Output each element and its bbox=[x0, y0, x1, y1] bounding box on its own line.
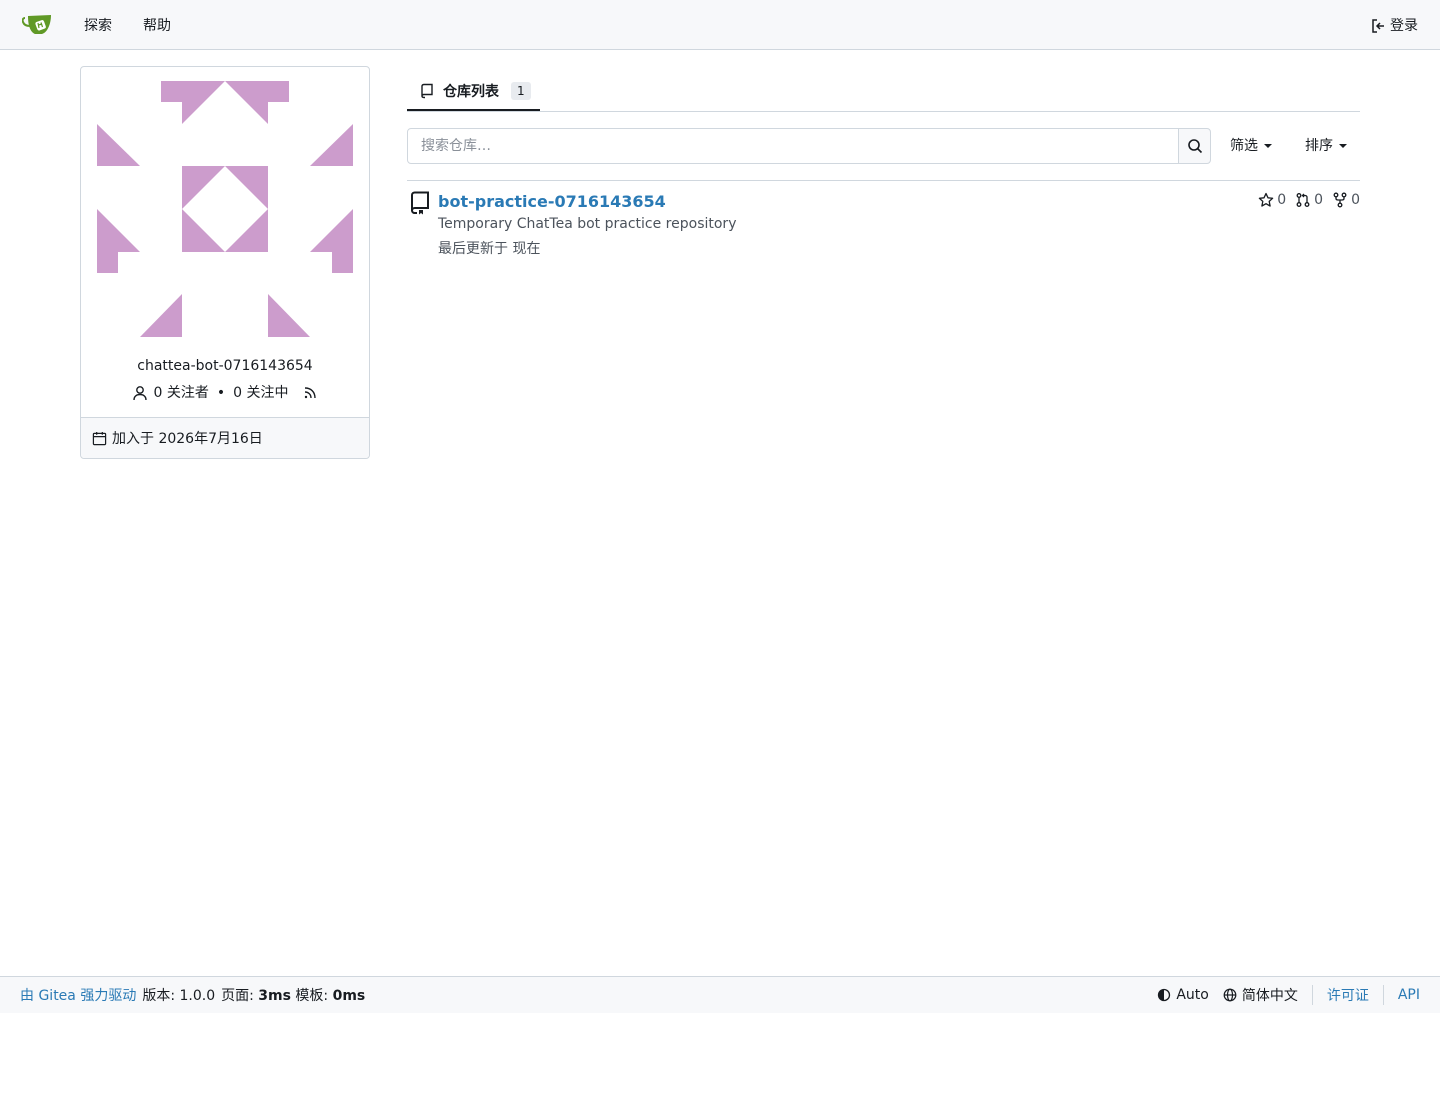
calendar-icon bbox=[92, 431, 107, 445]
gitea-logo-icon[interactable] bbox=[22, 13, 54, 37]
repo-large-icon bbox=[410, 191, 429, 215]
followers-link[interactable]: 0 关注者 bbox=[154, 384, 209, 402]
user-profile-card: chattea-bot-0716143654 0 关注者 • 0 关注中 加入于… bbox=[80, 66, 370, 459]
repo-description: Temporary ChatTea bot practice repositor… bbox=[438, 216, 737, 232]
follow-stats: 0 关注者 • 0 关注中 bbox=[81, 384, 369, 402]
filter-dropdown[interactable]: 筛选 bbox=[1230, 137, 1272, 155]
nav-explore-link[interactable]: 探索 bbox=[84, 16, 112, 36]
user-avatar bbox=[97, 81, 353, 337]
repo-updated-time: 最后更新于 现在 bbox=[438, 241, 541, 257]
rss-icon[interactable] bbox=[302, 385, 318, 401]
caret-down-icon bbox=[1339, 144, 1347, 148]
profile-tabs: 仓库列表 1 bbox=[407, 72, 1360, 112]
filter-label: 筛选 bbox=[1230, 138, 1258, 154]
star-icon bbox=[1258, 192, 1274, 207]
pulls-count: 0 bbox=[1314, 192, 1324, 208]
repo-icon bbox=[421, 83, 433, 98]
repo-search-input[interactable] bbox=[407, 128, 1179, 164]
pull-request-icon bbox=[1296, 193, 1310, 207]
profile-join-date: 加入于 2026年7月16日 bbox=[81, 417, 369, 458]
repo-stars[interactable]: 0 bbox=[1258, 192, 1286, 208]
theme-auto-icon bbox=[1158, 988, 1171, 1002]
license-link[interactable]: 许可证 bbox=[1327, 985, 1369, 1005]
search-button[interactable] bbox=[1178, 128, 1211, 164]
theme-switcher[interactable]: Auto bbox=[1157, 987, 1209, 1003]
page-time-text: 页面: 3ms 模板: 0ms bbox=[221, 988, 366, 1004]
sign-in-icon bbox=[1372, 19, 1384, 33]
tab-repositories[interactable]: 仓库列表 1 bbox=[407, 72, 540, 111]
search-icon bbox=[1187, 139, 1202, 154]
tab-repositories-label: 仓库列表 bbox=[443, 83, 499, 100]
caret-down-icon bbox=[1264, 144, 1272, 148]
following-link[interactable]: 0 关注中 bbox=[233, 384, 288, 402]
list-divider bbox=[407, 180, 1360, 181]
version-text: 版本: 1.0.0 bbox=[142, 988, 216, 1004]
nav-help-link[interactable]: 帮助 bbox=[143, 16, 171, 36]
powered-by-link[interactable]: 由 Gitea 强力驱动 bbox=[20, 985, 136, 1005]
top-navbar: 探索 帮助 登录 bbox=[0, 0, 1440, 50]
repo-forks[interactable]: 0 bbox=[1332, 192, 1360, 208]
globe-icon bbox=[1223, 988, 1237, 1002]
sort-dropdown[interactable]: 排序 bbox=[1305, 137, 1347, 155]
language-switcher[interactable]: 简体中文 bbox=[1223, 985, 1298, 1005]
footer-separator bbox=[1311, 985, 1313, 1005]
stars-count: 0 bbox=[1277, 192, 1287, 208]
footer-separator bbox=[1382, 985, 1384, 1005]
join-date-text: 加入于 2026年7月16日 bbox=[112, 431, 263, 447]
login-button[interactable]: 登录 bbox=[1370, 16, 1418, 36]
login-label: 登录 bbox=[1390, 18, 1418, 34]
repo-count-badge: 1 bbox=[511, 81, 531, 100]
language-label: 简体中文 bbox=[1241, 988, 1298, 1004]
repo-name-link[interactable]: bot-practice-0716143654 bbox=[438, 191, 666, 213]
fork-icon bbox=[1333, 192, 1347, 208]
api-link[interactable]: API bbox=[1398, 987, 1420, 1003]
theme-label: Auto bbox=[1176, 987, 1209, 1003]
separator-dot: • bbox=[216, 385, 226, 401]
repo-pulls[interactable]: 0 bbox=[1295, 192, 1323, 208]
page-footer: 由 Gitea 强力驱动 版本: 1.0.0 页面: 3ms 模板: 0ms A… bbox=[0, 976, 1440, 1013]
repo-stats: 0 0 0 bbox=[1258, 192, 1360, 208]
forks-count: 0 bbox=[1351, 192, 1360, 208]
sort-label: 排序 bbox=[1305, 138, 1333, 154]
profile-username: chattea-bot-0716143654 bbox=[137, 358, 313, 374]
person-icon bbox=[132, 386, 147, 401]
